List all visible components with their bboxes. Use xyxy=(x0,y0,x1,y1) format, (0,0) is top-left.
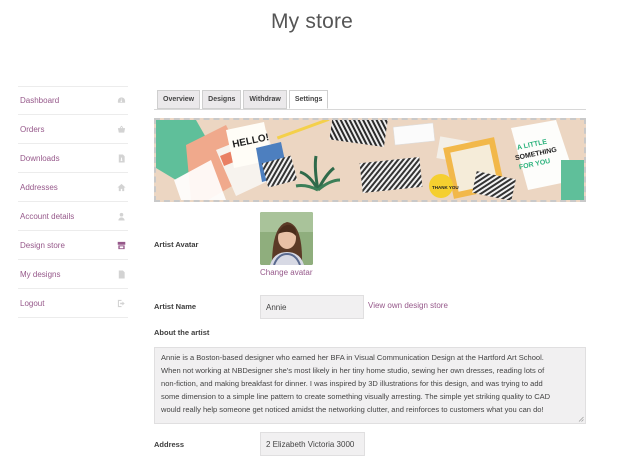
address-field[interactable]: 2 Elizabeth Victoria 3000 xyxy=(260,432,365,456)
sidebar-item-label: My designs xyxy=(20,269,61,279)
tab-settings[interactable]: Settings xyxy=(288,90,329,109)
artist-avatar-image xyxy=(260,212,313,265)
tab-withdraw[interactable]: Withdraw xyxy=(243,90,287,109)
thank-you-text: THANK YOU xyxy=(432,185,459,190)
sidebar-item-design-store[interactable]: Design store xyxy=(18,231,128,260)
sidebar-item-dashboard[interactable]: Dashboard xyxy=(18,86,128,115)
artist-avatar-label: Artist Avatar xyxy=(154,240,199,249)
about-line: non-fiction, and making breakfast for di… xyxy=(161,379,543,388)
store-banner-image[interactable]: HELLO! THANK YOU A LITTLE SOMETHING FOR … xyxy=(154,118,586,202)
tab-divider xyxy=(154,109,586,110)
about-artist-label: About the artist xyxy=(154,328,210,337)
address-label: Address xyxy=(154,440,185,449)
banner-illustration: HELLO! THANK YOU A LITTLE SOMETHING FOR … xyxy=(156,120,584,200)
about-artist-textarea[interactable]: Annie is a Boston-based designer who ear… xyxy=(154,347,586,424)
sidebar-item-downloads[interactable]: Downloads xyxy=(18,144,128,173)
store-tabs: Overview Designs Withdraw Settings xyxy=(157,90,330,109)
artist-name-label: Artist Name xyxy=(154,302,197,311)
sidebar-item-label: Orders xyxy=(20,124,45,134)
sidebar-item-label: Downloads xyxy=(20,153,60,163)
tab-overview[interactable]: Overview xyxy=(157,90,201,109)
home-icon xyxy=(116,182,126,192)
sidebar-item-label: Addresses xyxy=(20,182,58,192)
sidebar-item-addresses[interactable]: Addresses xyxy=(18,173,128,202)
avatar-portrait xyxy=(260,212,313,265)
file-icon xyxy=(116,269,126,279)
resize-handle-icon[interactable] xyxy=(578,416,584,422)
sidebar-item-label: Dashboard xyxy=(20,96,60,105)
page-title: My store xyxy=(270,10,354,33)
sidebar-item-label: Logout xyxy=(20,298,45,308)
view-design-store-link[interactable]: View own design store xyxy=(368,301,448,310)
sidebar-item-label: Design store xyxy=(20,240,65,250)
about-line: When not working at NBDesigner she's mos… xyxy=(161,366,545,375)
sidebar-item-orders[interactable]: Orders xyxy=(18,115,128,144)
sidebar-item-label: Account details xyxy=(20,211,75,221)
dashboard-icon xyxy=(116,96,126,106)
tab-designs[interactable]: Designs xyxy=(202,90,242,109)
about-line: would really help someone get noticed am… xyxy=(161,405,544,414)
user-icon xyxy=(116,211,126,221)
store-icon xyxy=(116,240,126,250)
logout-icon xyxy=(116,298,126,308)
sidebar-item-my-designs[interactable]: My designs xyxy=(18,260,128,289)
change-avatar-link[interactable]: Change avatar xyxy=(260,268,312,277)
about-line: Annie is a Boston-based designer who ear… xyxy=(161,353,544,362)
sidebar-item-account-details[interactable]: Account details xyxy=(18,202,128,231)
file-download-icon xyxy=(116,153,126,163)
artist-name-field[interactable]: Annie xyxy=(260,295,364,319)
sidebar-item-logout[interactable]: Logout xyxy=(18,289,128,318)
account-navigation: Dashboard Orders Downloads Addresses Acc… xyxy=(18,86,128,318)
about-line: some dimension to a simple line pattern … xyxy=(161,392,551,401)
basket-icon xyxy=(116,124,126,134)
